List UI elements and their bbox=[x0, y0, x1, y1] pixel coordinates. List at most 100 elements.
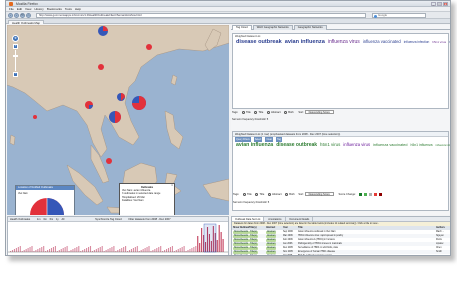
tag-cloud-term[interactable]: influenza virus bbox=[328, 39, 360, 45]
menu-history[interactable]: History bbox=[34, 7, 43, 11]
timeline-bar bbox=[156, 248, 158, 252]
address-bar[interactable]: http://www.gommonsapps.info/cms/v1.0/Hea… bbox=[36, 13, 366, 18]
timeline-bar bbox=[195, 246, 197, 252]
radio-abstract[interactable] bbox=[267, 110, 271, 114]
tag-cloud-term[interactable]: influenza infection bbox=[436, 144, 450, 147]
tab-dataset-list[interactable]: Outbreak Data Set List bbox=[232, 217, 265, 221]
tab-strip: Health Outbreaks Map bbox=[6, 19, 450, 24]
menu-help[interactable]: Help bbox=[75, 7, 81, 11]
zoom-in-button[interactable]: + bbox=[13, 44, 18, 49]
radio-both[interactable] bbox=[284, 110, 288, 114]
menu-edit[interactable]: Edit bbox=[17, 7, 22, 11]
tag-cloud-term[interactable]: disease outbreak bbox=[236, 39, 282, 45]
zoom-slider-track[interactable] bbox=[15, 50, 16, 71]
outbreak-map[interactable]: ✥ + − × Outbreaks Viet Nam: avian influe… bbox=[7, 25, 229, 215]
timeline-bar bbox=[222, 239, 224, 252]
tag-cloud-term[interactable]: viral outbreak bbox=[449, 40, 450, 44]
forward-icon[interactable]: › bbox=[14, 13, 19, 18]
close-button[interactable]: x bbox=[443, 2, 448, 6]
outbreak-marker[interactable] bbox=[33, 115, 37, 119]
reload-icon[interactable]: ↻ bbox=[20, 13, 25, 18]
timeline-bar bbox=[146, 247, 148, 252]
tag-cloud-term[interactable]: disease outbreak bbox=[276, 142, 317, 148]
timeline-bar bbox=[160, 246, 162, 252]
row-action[interactable]: Abstract bbox=[266, 254, 283, 255]
range-3m[interactable]: 3m bbox=[43, 218, 47, 221]
sort-select[interactable]: Descending Score bbox=[304, 110, 334, 115]
tab-document-details[interactable]: Document Details bbox=[287, 217, 314, 221]
tag-cloud-term[interactable]: influenza vaccinated bbox=[373, 143, 407, 147]
timeline-bar bbox=[17, 247, 19, 252]
color-swatch[interactable] bbox=[378, 192, 382, 196]
window-controls: _ □ x bbox=[431, 2, 448, 6]
row-action[interactable]: Show Results bbox=[232, 254, 249, 255]
color-swatch[interactable] bbox=[363, 192, 367, 196]
timeline-bar bbox=[175, 250, 177, 252]
tag-cloud-term[interactable]: avian influenza bbox=[285, 39, 325, 45]
sort-select[interactable]: Descending Score bbox=[304, 192, 334, 197]
table-row[interactable]: Show Results Title(s) Abstract Oct 2005 Bird… bbox=[232, 254, 450, 256]
close-icon[interactable]: × bbox=[171, 183, 173, 187]
timeline-bar bbox=[97, 248, 99, 252]
menu-tools[interactable]: Tools bbox=[65, 7, 72, 11]
radio-both[interactable] bbox=[285, 192, 289, 196]
tag-cloud-term[interactable]: influenza vaccinated bbox=[363, 39, 401, 44]
range-all[interactable]: All bbox=[61, 218, 64, 221]
tag-cloud-term[interactable]: h5n1 influenza bbox=[411, 143, 433, 147]
timeline-bar bbox=[27, 248, 29, 252]
sync-checkbox-label[interactable]: Synchronize Tag Cloud bbox=[95, 218, 122, 221]
tag-cloud-term[interactable]: avian influenza bbox=[236, 142, 273, 148]
timeline-chart[interactable] bbox=[8, 222, 228, 255]
range-1y[interactable]: 1y bbox=[56, 218, 59, 221]
cell-text: Nguyen bbox=[436, 235, 444, 237]
timeline-bar bbox=[89, 246, 92, 252]
radio-title[interactable] bbox=[242, 192, 246, 196]
browser-window: Mozilla Firefox _ □ x File Edit View His… bbox=[5, 0, 451, 256]
tag-cloud-term[interactable]: influenza virus bbox=[343, 142, 370, 147]
tag-cloud-term[interactable]: h5n1 virus bbox=[320, 142, 340, 147]
legend-title: Location of Notified Outbreaks bbox=[16, 186, 74, 190]
outbreak-marker[interactable] bbox=[146, 44, 152, 50]
filter-range-label: Filter datasets from 2008 - Dec 2007 bbox=[128, 218, 171, 221]
tab-geographic-networks[interactable]: Geographic Networks bbox=[293, 25, 327, 30]
tab-tag-cloud[interactable]: Tag Cloud bbox=[232, 25, 252, 30]
tab-annotations[interactable]: Annotations bbox=[265, 217, 286, 221]
timeline-bar bbox=[191, 248, 193, 252]
zoom-out-button[interactable]: − bbox=[13, 72, 18, 77]
outbreak-marker[interactable] bbox=[98, 64, 104, 70]
tab-who-networks[interactable]: WHO Geographic Networks bbox=[252, 25, 293, 30]
row-action[interactable]: Title(s) bbox=[249, 254, 266, 255]
search-input[interactable]: Google bbox=[372, 13, 426, 18]
menu-bookmarks[interactable]: Bookmarks bbox=[47, 7, 62, 11]
timeline-bar bbox=[50, 248, 53, 252]
timeline-bar bbox=[66, 246, 68, 252]
timeline-selection[interactable] bbox=[203, 223, 217, 253]
radio-abstract[interactable] bbox=[268, 192, 272, 196]
color-swatch[interactable] bbox=[358, 192, 362, 196]
timeline-bar bbox=[148, 246, 150, 252]
land-philippines bbox=[164, 110, 184, 150]
radio-title[interactable] bbox=[241, 110, 245, 114]
back-icon[interactable]: ‹ bbox=[8, 13, 13, 18]
tag-cloud-term[interactable]: influenza infection bbox=[404, 40, 430, 44]
timeline-bar bbox=[47, 250, 49, 252]
page-tab[interactable]: Health Outbreaks Map bbox=[8, 19, 44, 24]
timeline-bar bbox=[142, 249, 144, 252]
menu-file[interactable]: File bbox=[9, 7, 14, 11]
minimize-button[interactable]: _ bbox=[431, 2, 436, 6]
cell-text: WHO bbox=[436, 255, 442, 256]
tag-cloud-term[interactable]: h5n1 virus bbox=[432, 40, 446, 44]
timeline-panel: Health Outbreaks 1m 3m 6m 1y All Synchro… bbox=[7, 216, 229, 255]
timeline-bar bbox=[101, 246, 103, 252]
outbreak-marker[interactable] bbox=[106, 158, 112, 164]
zoom-slider-handle[interactable] bbox=[13, 55, 18, 57]
menu-view[interactable]: View bbox=[25, 7, 31, 11]
home-icon[interactable]: ⌂ bbox=[26, 13, 31, 18]
range-6m[interactable]: 6m bbox=[50, 218, 54, 221]
color-swatch[interactable] bbox=[373, 192, 377, 196]
range-1m[interactable]: 1m bbox=[37, 218, 41, 221]
maximize-button[interactable]: □ bbox=[437, 2, 442, 6]
pan-icon[interactable]: ✥ bbox=[12, 35, 19, 42]
timeline-bars bbox=[10, 225, 224, 252]
color-swatch[interactable] bbox=[368, 192, 372, 196]
